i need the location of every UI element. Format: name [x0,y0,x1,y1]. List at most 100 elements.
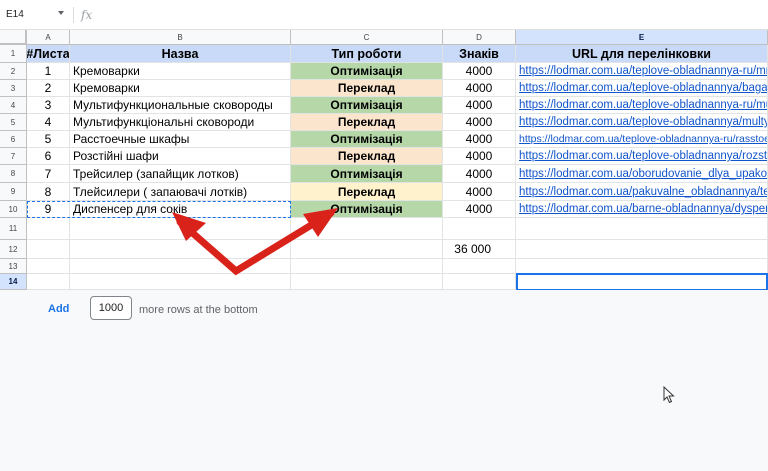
empty-cell[interactable] [443,274,516,290]
cell-num[interactable]: 6 [27,148,70,165]
chevron-down-icon[interactable] [58,11,64,15]
header-cell-num[interactable]: #Листа [27,45,70,63]
row-header[interactable]: 9 [0,183,27,201]
row-header[interactable]: 11 [0,218,27,240]
empty-cell[interactable] [27,240,70,259]
cell-chars[interactable]: 4000 [443,148,516,165]
cell-url-link[interactable]: https://lodmar.com.ua/teplove-obladnanny… [516,97,768,114]
empty-cell[interactable] [443,218,516,240]
cell-type[interactable]: Переклад [291,183,443,201]
cell-chars[interactable]: 4000 [443,165,516,183]
cell-type[interactable]: Оптимізація [291,131,443,148]
cell-url-link[interactable]: https://lodmar.com.ua/pakuvalne_obladnan… [516,183,768,201]
active-cell-e14[interactable] [516,274,768,290]
formula-bar: E14 fx [0,0,768,30]
cell-num[interactable]: 2 [27,80,70,97]
row-header[interactable]: 14 [0,274,27,290]
table-row: 9 Диспенсер для соків Оптимізація 4000 h… [27,201,768,218]
cell-url-link[interactable]: https://lodmar.com.ua/teplove-obladnanny… [516,80,768,97]
empty-cell[interactable] [516,240,768,259]
row-header[interactable]: 12 [0,240,27,259]
row-header[interactable]: 1 [0,45,27,63]
mouse-cursor-icon [663,386,675,404]
cell-chars[interactable]: 4000 [443,201,516,218]
cell-chars[interactable]: 4000 [443,114,516,131]
empty-cell[interactable] [516,259,768,274]
row-header[interactable]: 3 [0,80,27,97]
header-cell-chars[interactable]: Знаків [443,45,516,63]
column-header-b[interactable]: B [70,30,291,45]
cell-type[interactable]: Переклад [291,148,443,165]
select-all-corner[interactable] [0,30,27,45]
row-header[interactable]: 4 [0,97,27,114]
row-header[interactable]: 2 [0,63,27,80]
row-header[interactable]: 6 [0,131,27,148]
empty-cell[interactable] [70,259,291,274]
cell-chars[interactable]: 4000 [443,183,516,201]
cell-url-link[interactable]: https://lodmar.com.ua/teplove-obladnanny… [516,63,768,80]
cell-num[interactable]: 4 [27,114,70,131]
cell-chars[interactable]: 4000 [443,80,516,97]
cell-num[interactable]: 9 [27,201,70,218]
column-header-e[interactable]: E [516,30,768,45]
empty-cell[interactable] [516,218,768,240]
cell-name[interactable]: Трейсилер (запайщик лотков) [70,165,291,183]
cell-name[interactable]: Кремоварки [70,63,291,80]
empty-cell[interactable] [27,218,70,240]
add-rows-button[interactable]: Add [48,303,69,315]
cell-type[interactable]: Переклад [291,80,443,97]
cell-num[interactable]: 5 [27,131,70,148]
empty-cell[interactable] [27,274,70,290]
cell-name[interactable]: Тлейсилери ( запаювачі лотків) [70,183,291,201]
empty-cell[interactable] [291,259,443,274]
column-header-a[interactable]: A [27,30,70,45]
cell-name[interactable]: Мультифункціональні сковороди [70,114,291,131]
row-header[interactable]: 5 [0,114,27,131]
cell-name[interactable]: Кремоварки [70,80,291,97]
cell-url-link[interactable]: https://lodmar.com.ua/teplove-obladnanny… [516,131,768,148]
row-header[interactable]: 10 [0,201,27,218]
empty-cell[interactable] [291,274,443,290]
row-header[interactable]: 8 [0,165,27,183]
header-cell-type[interactable]: Тип роботи [291,45,443,63]
name-box[interactable]: E14 [6,9,24,20]
cell-num[interactable]: 7 [27,165,70,183]
cell-url-link[interactable]: https://lodmar.com.ua/oborudovanie_dlya_… [516,165,768,183]
empty-cell[interactable] [70,240,291,259]
column-header-c[interactable]: C [291,30,443,45]
table-row: 7 Трейсилер (запайщик лотков) Оптимізаці… [27,165,768,183]
cell-type[interactable]: Оптимізація [291,165,443,183]
row-header[interactable]: 13 [0,259,27,274]
total-chars-cell[interactable]: 36 000 [443,240,516,259]
cell-type[interactable]: Оптимізація [291,63,443,80]
cell-num[interactable]: 1 [27,63,70,80]
empty-cell[interactable] [291,218,443,240]
cell-type[interactable]: Оптимізація [291,201,443,218]
column-header-d[interactable]: D [443,30,516,45]
cell-num[interactable]: 3 [27,97,70,114]
cell-chars[interactable]: 4000 [443,97,516,114]
cell-chars[interactable]: 4000 [443,63,516,80]
cell-type[interactable]: Переклад [291,114,443,131]
cell-num[interactable]: 8 [27,183,70,201]
empty-cell[interactable] [27,259,70,274]
header-cell-name[interactable]: Назва [70,45,291,63]
empty-cell[interactable] [291,240,443,259]
cell-url-link[interactable]: https://lodmar.com.ua/teplove-obladnanny… [516,114,768,131]
cell-name[interactable]: Розстійні шафи [70,148,291,165]
cell-type[interactable]: Оптимізація [291,97,443,114]
empty-cell[interactable] [70,218,291,240]
rows-count-input[interactable]: 1000 [90,296,132,320]
cell-name[interactable]: Мультифункциональные сковороды [70,97,291,114]
empty-cell[interactable] [443,259,516,274]
table-row: 3 Мультифункциональные сковороды Оптиміз… [27,97,768,114]
function-icon[interactable]: fx [81,8,92,22]
cell-url-link[interactable]: https://lodmar.com.ua/barne-obladnannya/… [516,201,768,218]
cell-url-link[interactable]: https://lodmar.com.ua/teplove-obladnanny… [516,148,768,165]
row-header[interactable]: 7 [0,148,27,165]
cell-name[interactable]: Диспенсер для соків [70,201,291,218]
header-cell-url[interactable]: URL для перелінковки [516,45,768,63]
empty-cell[interactable] [70,274,291,290]
cell-chars[interactable]: 4000 [443,131,516,148]
cell-name[interactable]: Расстоечные шкафы [70,131,291,148]
